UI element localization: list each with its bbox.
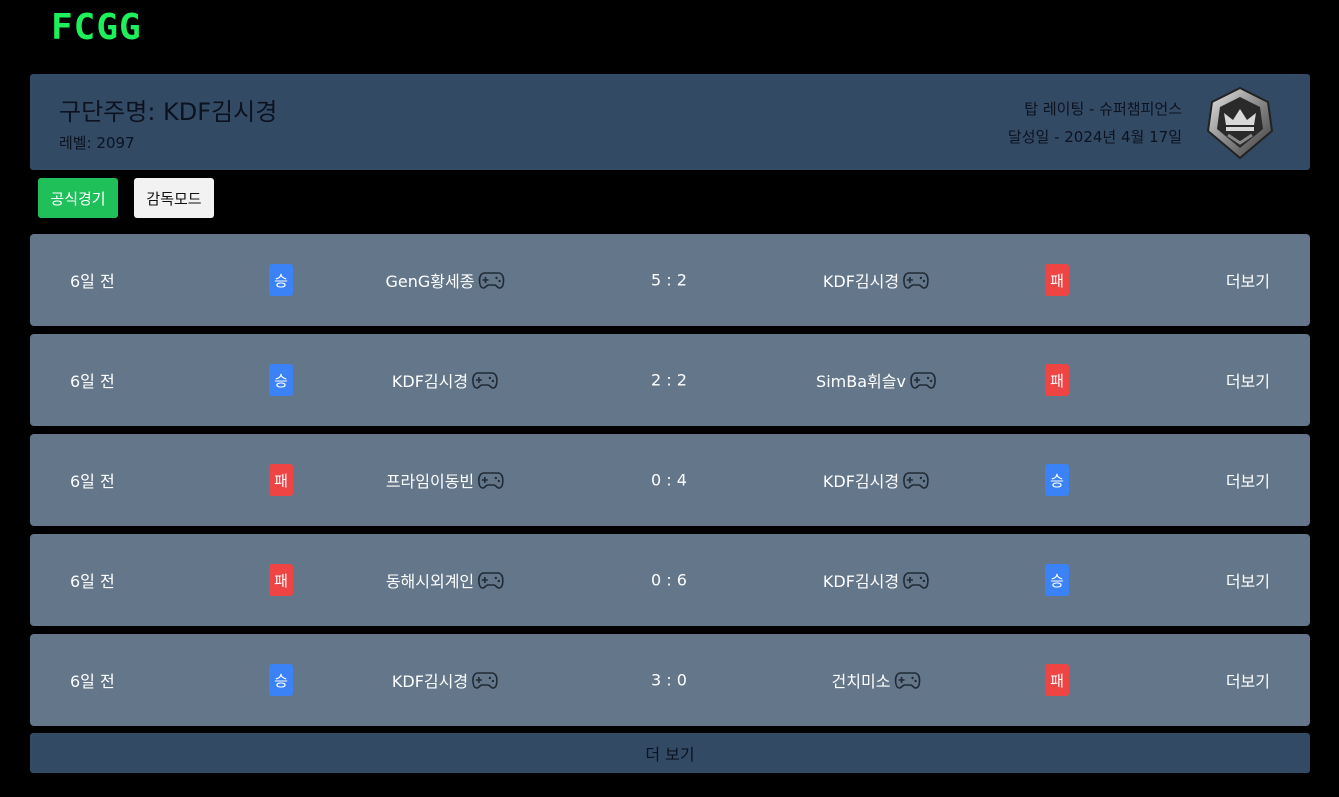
match-score: 5 : 2 [651, 270, 687, 290]
match-row[interactable]: 6일 전 승 GenG황세종 5 : 2 KDF김시경 패 더보기 [30, 234, 1310, 326]
home-team-name: KDF김시경 [391, 372, 469, 391]
result-badge: 승 [269, 364, 293, 396]
away-team[interactable]: KDF김시경 [823, 568, 929, 592]
home-team[interactable]: 동해시외계인 [386, 568, 504, 592]
away-team-name: 건치미소 [831, 672, 891, 691]
result-badge: 승 [269, 264, 293, 296]
match-details-link[interactable]: 더보기 [1226, 368, 1270, 392]
home-team[interactable]: 프라임이동빈 [386, 468, 504, 492]
away-team[interactable]: 건치미소 [832, 668, 921, 692]
gamepad-icon [472, 672, 498, 689]
home-team-name: 프라임이동빈 [385, 472, 475, 491]
result-badge: 패 [269, 564, 293, 596]
fcgg-logo[interactable]: FCGG [51, 9, 142, 47]
away-team[interactable]: SimBa휘슬v [816, 368, 936, 392]
away-team-name: KDF김시경 [822, 572, 900, 591]
home-team-name: 동해시외계인 [385, 572, 475, 591]
result-badge: 승 [269, 664, 293, 696]
match-time: 6일 전 [70, 672, 115, 691]
match-list: 6일 전 승 GenG황세종 5 : 2 KDF김시경 패 더보기 6일 전 승… [30, 234, 1310, 734]
home-team[interactable]: KDF김시경 [392, 668, 498, 692]
match-row[interactable]: 6일 전 패 동해시외계인 0 : 6 KDF김시경 승 더보기 [30, 534, 1310, 626]
away-team-name: KDF김시경 [822, 272, 900, 291]
tab-manager-mode[interactable]: 감독모드 [134, 178, 214, 218]
match-details-link[interactable]: 더보기 [1226, 668, 1270, 692]
match-details-link[interactable]: 더보기 [1226, 568, 1270, 592]
match-score: 2 : 2 [651, 370, 687, 390]
gamepad-icon [903, 572, 929, 589]
crown-shield-icon [1206, 86, 1274, 160]
away-team-name: SimBa휘슬v [816, 372, 906, 391]
away-team-name: KDF김시경 [822, 472, 900, 491]
tab-official-match[interactable]: 공식경기 [38, 178, 118, 218]
profile-card: 구단주명: KDF김시경 레벨: 2097 탑 레이팅 - 슈퍼챔피언스 달성일… [30, 74, 1310, 170]
home-team[interactable]: GenG황세종 [386, 268, 505, 292]
away-team[interactable]: KDF김시경 [823, 268, 929, 292]
match-score: 0 : 6 [651, 570, 687, 590]
result-badge: 승 [1045, 564, 1069, 596]
match-time: 6일 전 [70, 272, 115, 291]
gamepad-icon [903, 472, 929, 489]
result-badge: 패 [1045, 664, 1069, 696]
match-details-link[interactable]: 더보기 [1226, 268, 1270, 292]
result-badge: 패 [1045, 364, 1069, 396]
gamepad-icon [903, 272, 929, 289]
manager-name: 구단주명: KDF김시경 [59, 98, 278, 126]
match-time: 6일 전 [70, 572, 115, 591]
home-team-name: KDF김시경 [391, 672, 469, 691]
match-score: 3 : 0 [651, 670, 687, 690]
match-time: 6일 전 [70, 472, 115, 491]
gamepad-icon [472, 372, 498, 389]
match-row[interactable]: 6일 전 승 KDF김시경 3 : 0 건치미소 패 더보기 [30, 634, 1310, 726]
gamepad-icon [478, 472, 504, 489]
load-more-button[interactable]: 더 보기 [30, 733, 1310, 773]
home-team[interactable]: KDF김시경 [392, 368, 498, 392]
result-badge: 패 [269, 464, 293, 496]
gamepad-icon [478, 572, 504, 589]
match-details-link[interactable]: 더보기 [1226, 468, 1270, 492]
manager-level: 레벨: 2097 [59, 134, 135, 152]
gamepad-icon [910, 372, 936, 389]
top-rating: 탑 레이팅 - 슈퍼챔피언스 [1024, 100, 1182, 118]
match-row[interactable]: 6일 전 승 KDF김시경 2 : 2 SimBa휘슬v 패 더보기 [30, 334, 1310, 426]
gamepad-icon [894, 672, 921, 689]
away-team[interactable]: KDF김시경 [823, 468, 929, 492]
achieved-date: 달성일 - 2024년 4월 17일 [1007, 128, 1182, 146]
match-score: 0 : 4 [651, 470, 687, 490]
home-team-name: GenG황세종 [385, 272, 475, 291]
match-row[interactable]: 6일 전 패 프라임이동빈 0 : 4 KDF김시경 승 더보기 [30, 434, 1310, 526]
result-badge: 패 [1045, 264, 1069, 296]
gamepad-icon [478, 272, 505, 289]
result-badge: 승 [1045, 464, 1069, 496]
match-time: 6일 전 [70, 372, 115, 391]
